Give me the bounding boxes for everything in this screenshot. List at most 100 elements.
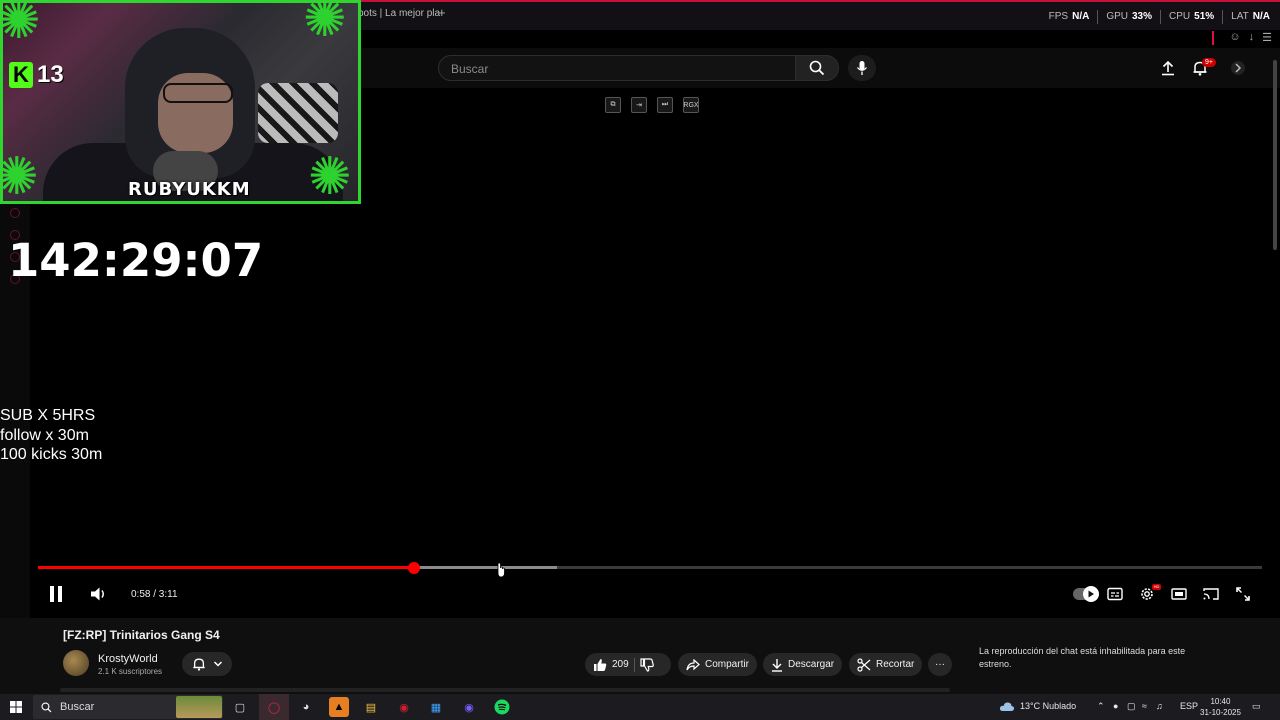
captions-icon xyxy=(1107,587,1123,601)
gx-stats: FPS N/A GPU 33% CPU 51% LAT N/A xyxy=(1049,10,1270,24)
skip-icon[interactable]: ⏭ xyxy=(657,97,673,113)
progress-played xyxy=(38,566,414,569)
divider xyxy=(1222,10,1224,24)
gx-indicator xyxy=(1212,31,1214,45)
chevron-down-icon xyxy=(213,661,222,667)
notifications-icon[interactable]: ▭ xyxy=(1252,701,1261,712)
like-count[interactable]: 209 xyxy=(612,659,629,670)
search-input[interactable]: Buscar xyxy=(438,55,796,81)
cast-button[interactable] xyxy=(1203,584,1219,604)
horizontal-scrollbar[interactable] xyxy=(60,688,950,692)
subtitles-button[interactable] xyxy=(1107,584,1123,604)
upload-button[interactable] xyxy=(1158,58,1178,78)
leaf-icon: ✺ xyxy=(303,0,347,48)
thumbs-down-icon[interactable] xyxy=(640,657,654,672)
wifi-icon[interactable]: ≈ xyxy=(1142,701,1147,711)
opera-gx-icon[interactable]: ◯ xyxy=(264,697,284,717)
account-icon[interactable]: ☺ xyxy=(1229,31,1240,44)
kick-logo-icon: K xyxy=(9,62,33,88)
clock-date: 31-10-2025 xyxy=(1200,708,1241,717)
store-icon[interactable]: ▦ xyxy=(426,697,446,717)
discord-icon[interactable]: ◉ xyxy=(459,697,479,717)
tray-chevron-icon[interactable]: ⌃ xyxy=(1097,701,1105,712)
progress-scrubber[interactable] xyxy=(407,562,420,574)
pause-button[interactable] xyxy=(48,584,64,604)
fullscreen-button[interactable] xyxy=(1235,584,1251,604)
search-button[interactable] xyxy=(795,55,839,81)
channel-name[interactable]: KrostyWorld xyxy=(98,653,158,665)
download-icon[interactable]: ↓ xyxy=(1249,31,1255,44)
thumbs-up-icon[interactable] xyxy=(593,658,607,672)
windows-icon xyxy=(10,701,22,713)
time-display: 0:58 / 3:11 xyxy=(131,589,178,600)
share-label: Compartir xyxy=(705,659,749,670)
subscription-bell-button[interactable] xyxy=(182,652,232,676)
new-tab-button[interactable]: + xyxy=(438,5,446,20)
divider xyxy=(1097,10,1099,24)
volume-icon xyxy=(91,587,104,601)
rgx-button[interactable]: RGX xyxy=(683,97,699,113)
channel-avatar[interactable] xyxy=(63,650,89,676)
cloud-icon xyxy=(999,702,1015,711)
streamer-glasses xyxy=(163,83,233,103)
download-label: Descargar xyxy=(788,659,835,670)
theater-mode-button[interactable] xyxy=(1171,584,1187,604)
language-indicator[interactable]: ESP xyxy=(1180,701,1198,711)
spotify-logo-icon xyxy=(494,699,510,715)
display-icon[interactable]: ▢ xyxy=(1127,701,1136,712)
share-button[interactable]: Compartir xyxy=(678,653,757,676)
kick-count: 13 xyxy=(37,61,64,88)
taskbar-search-label: Buscar xyxy=(60,701,95,713)
sidebar-icon[interactable] xyxy=(10,208,20,218)
autoplay-knob[interactable] xyxy=(1083,586,1099,602)
start-button[interactable] xyxy=(6,697,26,717)
streamer-name: RUBYUKKM xyxy=(128,179,251,200)
download-icon xyxy=(772,658,782,672)
app-icon[interactable]: ◉ xyxy=(394,697,414,717)
scissors-icon xyxy=(857,657,871,672)
voice-search-button[interactable] xyxy=(848,55,876,81)
background-blanket xyxy=(258,83,338,143)
speaker-icon[interactable]: ♫ xyxy=(1156,701,1163,711)
player-overlay-tools: ⧉ ⇥ ⏭ RGX xyxy=(605,97,699,113)
mute-button[interactable] xyxy=(90,584,108,604)
rule-line: follow x 30m xyxy=(0,426,89,444)
microphone-icon xyxy=(856,61,868,75)
webcam-overlay: ✺ ✺ ✺ ✺ RUBYUKKM K 13 xyxy=(0,0,361,204)
subathon-rules: SUB X 5HRS follow x 30m 100 kicks 30m xyxy=(0,406,102,465)
profile-icon xyxy=(1231,61,1245,75)
vlc-icon[interactable]: ▲ xyxy=(329,697,349,717)
browser-tab[interactable]: bots | La mejor pla xyxy=(358,8,440,19)
stat-lat: LAT N/A xyxy=(1231,11,1270,22)
clip-label: Recortar xyxy=(876,659,915,670)
theater-icon xyxy=(1171,588,1187,600)
weather-text[interactable]: 13°C Nublado xyxy=(1020,701,1076,711)
page-scrollbar[interactable] xyxy=(1273,60,1277,250)
app-icon[interactable]: ◕ xyxy=(296,697,316,717)
folder-icon[interactable]: ▤ xyxy=(361,697,381,717)
search-placeholder: Buscar xyxy=(451,62,489,76)
mouse-cursor-icon xyxy=(497,563,505,578)
search-icon xyxy=(41,701,52,712)
popout-icon[interactable]: ⧉ xyxy=(605,97,621,113)
hd-badge: HD xyxy=(1152,584,1161,590)
stat-gpu: GPU 33% xyxy=(1106,11,1153,22)
taskbar-clock[interactable]: 10:40 31-10-2025 xyxy=(1200,696,1241,718)
upload-icon xyxy=(1162,60,1174,76)
clock-time: 10:40 xyxy=(1210,697,1231,706)
leaf-icon: ✺ xyxy=(0,0,41,50)
clip-button[interactable]: Recortar xyxy=(849,653,923,676)
avatar[interactable] xyxy=(1228,58,1248,78)
leaf-icon: ✺ xyxy=(308,148,352,204)
enter-icon[interactable]: ⇥ xyxy=(631,97,647,113)
spotify-icon[interactable] xyxy=(492,697,512,717)
mic-tray-icon[interactable]: ● xyxy=(1113,701,1118,711)
menu-icon[interactable]: ☰ xyxy=(1262,31,1272,44)
share-icon xyxy=(686,658,700,670)
more-actions-button[interactable]: ··· xyxy=(928,653,952,676)
notification-count: 9+ xyxy=(1202,58,1216,67)
rule-line: SUB X 5HRS xyxy=(0,407,96,424)
task-view-icon[interactable]: ▢ xyxy=(230,697,250,717)
download-button[interactable]: Descargar xyxy=(763,653,843,676)
divider xyxy=(1160,10,1162,24)
